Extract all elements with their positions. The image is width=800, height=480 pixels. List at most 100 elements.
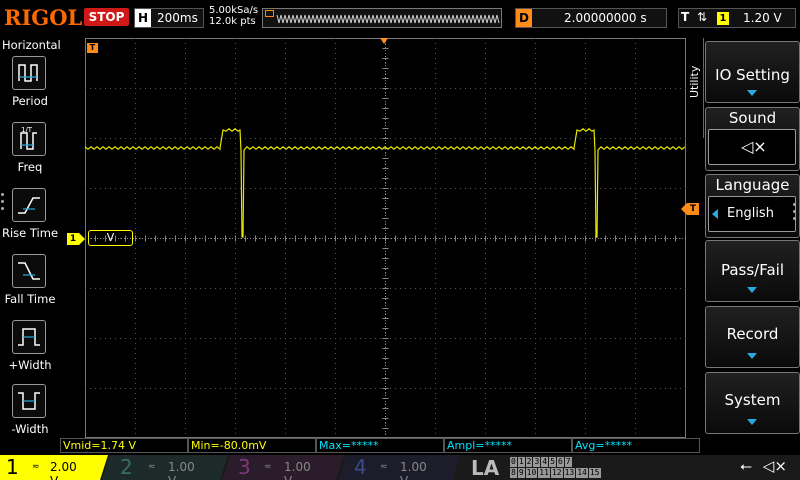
ch2-scale: 1.00 V — [168, 460, 195, 480]
measure-freq[interactable]: 1/T Freq — [0, 122, 60, 184]
la-ch: 13 — [563, 468, 576, 478]
language-label: Language — [715, 176, 790, 194]
trigger-source: 1 — [717, 12, 729, 25]
channel-status-bar: 1 ≂ 2.00 V 2 ≂ 1.00 V 3 ≂ 1.00 V 4 ≂ 1.0… — [0, 455, 800, 480]
delay-value: 2.00000000 s — [564, 11, 647, 25]
svg-text:1/T: 1/T — [21, 126, 33, 134]
la-ch: 2 — [525, 457, 533, 467]
waveform-display[interactable] — [85, 38, 686, 438]
la-ch: 4 — [541, 457, 549, 467]
timebase-value: 200ms — [157, 11, 198, 25]
ch3-scale: 1.00 V — [284, 460, 311, 480]
memory-depth: 12.0k pts — [209, 16, 256, 27]
la-ch: 11 — [538, 468, 550, 478]
top-status-bar: RIGOL STOP H 200ms 5.00kSa/s 12.0k pts D… — [0, 0, 800, 36]
usb-icon: ⭠ — [740, 457, 753, 475]
utility-tab: Utility — [686, 38, 704, 138]
measure-pos-width-label: +Width — [8, 358, 52, 372]
rise-time-icon — [12, 188, 46, 222]
chevron-down-icon — [747, 419, 757, 425]
trigger-position-marker[interactable] — [380, 38, 388, 44]
ch1-coupling-icon: ≂ — [32, 462, 40, 472]
ch3-coupling-icon: ≂ — [264, 462, 272, 472]
readout-max[interactable]: Max=***** — [316, 438, 444, 453]
status-icons: ⭠ ◁× — [740, 457, 787, 475]
oscilloscope-screen: RIGOL STOP H 200ms 5.00kSa/s 12.0k pts D… — [0, 0, 800, 480]
measure-rise-time[interactable]: Rise Time — [0, 188, 60, 250]
graticule — [85, 38, 686, 438]
ch2-coupling-icon: ≂ — [148, 462, 156, 472]
la-ch: 12 — [550, 468, 563, 478]
period-icon — [12, 56, 46, 90]
utility-tab-label: Utility — [688, 65, 701, 98]
language-value: English — [727, 206, 774, 221]
measure-fall-time[interactable]: Fall Time — [0, 254, 60, 316]
overview-wave — [276, 14, 500, 24]
system-label: System — [724, 391, 781, 409]
trigger-time-marker: T — [87, 43, 98, 53]
sample-rate: 5.00kSa/s — [209, 5, 259, 16]
view-window-marker — [265, 10, 274, 17]
panel-title: Horizontal — [2, 38, 61, 52]
measure-side-panel: Horizontal Period 1/T Freq Rise Time Fal — [0, 38, 61, 438]
readout-ampl[interactable]: Ampl=***** — [444, 438, 572, 453]
sound-toggle[interactable]: ◁× — [708, 129, 796, 165]
la-ch: 1 — [517, 457, 525, 467]
chevron-down-icon — [747, 353, 757, 359]
trigger-edge-icon: ⇅ — [697, 10, 708, 24]
la-row-low: 0 1 2 3 4 5 6 7 — [510, 457, 602, 468]
la-ch: 9 — [517, 468, 525, 478]
language-selector[interactable]: English — [708, 196, 796, 232]
pass-fail-label: Pass/Fail — [720, 261, 785, 279]
la-row-high: 8 9 10 11 12 13 14 15 — [510, 468, 602, 479]
ch2-number: 2 — [120, 455, 133, 479]
system-button[interactable]: System — [705, 372, 800, 434]
horizontal-delay[interactable]: D 2.00000000 s — [515, 8, 667, 28]
la-ch: 6 — [556, 457, 564, 467]
ch3-number: 3 — [238, 455, 251, 479]
run-stop-status[interactable]: STOP — [84, 8, 129, 26]
chevron-down-icon — [747, 287, 757, 293]
sound-label: Sound — [728, 109, 777, 127]
pos-width-icon — [12, 320, 46, 354]
chevron-left-icon — [712, 209, 718, 219]
horizontal-timebase[interactable]: H 200ms — [134, 8, 204, 28]
record-button[interactable]: Record — [705, 306, 800, 368]
la-label[interactable]: LA — [471, 456, 499, 480]
freq-icon: 1/T — [12, 122, 46, 156]
measure-neg-width[interactable]: -Width — [0, 384, 60, 446]
measure-fall-time-label: Fall Time — [4, 292, 56, 306]
chevron-down-icon — [747, 90, 757, 96]
ch4-scale: 1.00 V — [400, 460, 427, 480]
neg-width-icon — [12, 384, 46, 418]
measure-neg-width-label: -Width — [11, 422, 49, 436]
la-ch: 3 — [533, 457, 541, 467]
measure-period[interactable]: Period — [0, 56, 60, 118]
trigger-level: 1.20 V — [743, 11, 782, 25]
measurement-readouts: Vmid=1.74 V Min=-80.0mV Max=***** Ampl=*… — [60, 438, 700, 454]
measure-period-label: Period — [12, 94, 48, 108]
la-ch: 15 — [588, 468, 601, 478]
delay-label: D — [516, 9, 532, 27]
readout-vmid[interactable]: Vmid=1.74 V — [60, 438, 188, 453]
readout-min[interactable]: Min=-80.0mV — [188, 438, 316, 453]
trigger-status[interactable]: T ⇅ 1 1.20 V — [678, 8, 796, 28]
la-ch: 7 — [564, 457, 572, 467]
utility-menu: Utility IO Setting Sound ◁× Language Eng… — [686, 38, 800, 438]
ch4-number: 4 — [354, 455, 367, 479]
measure-pos-width[interactable]: +Width — [0, 320, 60, 382]
la-channel-grid[interactable]: 0 1 2 3 4 5 6 7 8 9 10 11 12 13 14 15 — [510, 457, 602, 479]
ch1-voltage-label: V — [88, 230, 133, 246]
io-setting-button[interactable]: IO Setting — [705, 41, 800, 103]
ch1-offset-marker[interactable]: 1 — [67, 233, 85, 245]
ch4-coupling-icon: ≂ — [380, 462, 388, 472]
la-ch: 10 — [525, 468, 538, 478]
la-ch: 14 — [576, 468, 588, 478]
measure-freq-label: Freq — [17, 160, 43, 174]
brand-logo: RIGOL — [4, 5, 83, 30]
scroll-dots — [793, 203, 797, 224]
readout-avg[interactable]: Avg=***** — [572, 438, 700, 453]
pass-fail-button[interactable]: Pass/Fail — [705, 240, 800, 302]
io-setting-label: IO Setting — [715, 66, 790, 84]
trigger-label: T — [681, 10, 690, 24]
